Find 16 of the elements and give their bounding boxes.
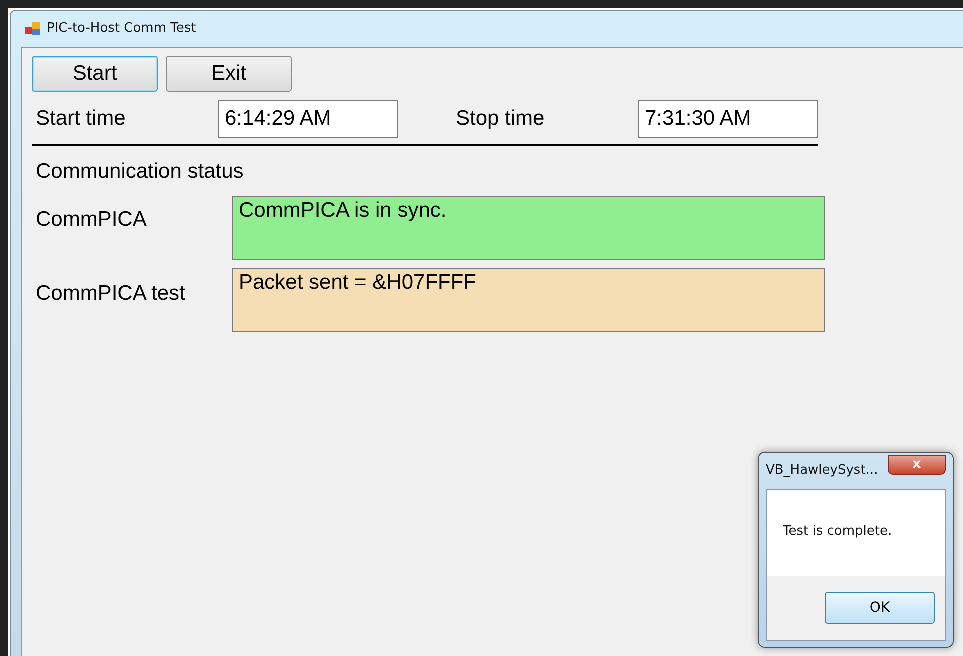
window-title: PIC-to-Host Comm Test [47, 20, 196, 38]
status-box: Packet sent = &H07FFFF [232, 268, 825, 332]
time-field[interactable]: 6:14:29 AM [218, 100, 398, 138]
status-label: CommPICA [36, 206, 148, 232]
dialog-title: VB_HawleySyst... [766, 462, 878, 480]
time-label: Start time [36, 106, 127, 132]
form-button[interactable]: Exit [166, 56, 292, 92]
section-heading: Communication status [36, 159, 245, 185]
ok-button[interactable]: OK [825, 592, 935, 624]
status-box: CommPICA is in sync. [232, 196, 825, 260]
form-button[interactable]: Start [32, 56, 158, 92]
app-icon [25, 22, 41, 36]
status-label: CommPICA test [36, 280, 186, 306]
message-text: Test is complete. [783, 524, 892, 539]
time-label: Stop time [456, 106, 546, 132]
time-field[interactable]: 7:31:30 AM [638, 100, 818, 138]
